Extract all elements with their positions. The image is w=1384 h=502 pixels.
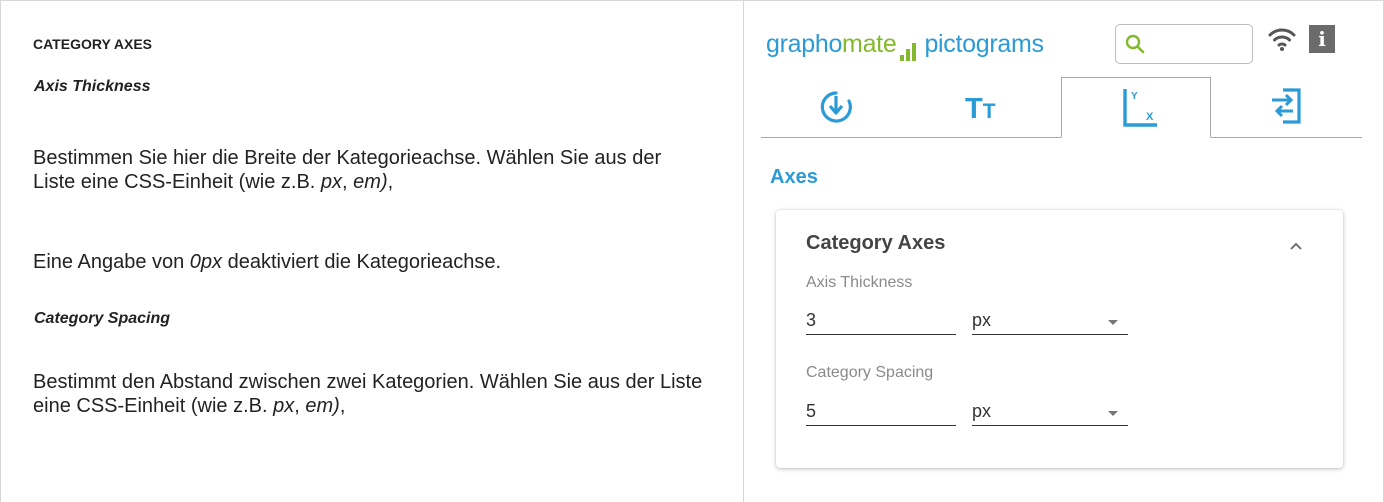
tab-axes[interactable]: Y X [1061,77,1211,138]
property-panel: graphomate pictograms i TT Y X Axes Cate… [744,0,1383,502]
doc-paragraph-category-spacing: Bestimmt den Abstand zwischen zwei Kateg… [33,371,703,417]
dropdown-caret-icon [1108,411,1118,416]
svg-text:X: X [1146,111,1154,123]
doc-subheading-category-spacing: Category Spacing [34,310,171,327]
bar-chart-logo-icon [900,32,918,61]
axis-thickness-unit-select[interactable]: px [972,307,1128,335]
axis-thickness-input[interactable]: 3 [806,307,956,335]
exit-panel-icon [1272,88,1301,124]
search-input[interactable] [1150,31,1248,57]
tab-export[interactable] [1211,77,1361,138]
category-spacing-unit-select[interactable]: px [972,398,1128,426]
frame-left-border [0,0,1,502]
tab-text[interactable]: TT [911,77,1061,138]
category-spacing-input[interactable]: 5 [806,398,956,426]
doc-paragraph-zero-px: Eine Angabe von 0px deaktiviert die Kate… [33,251,502,273]
section-title-axes: Axes [770,166,818,188]
svg-text:Y: Y [1131,91,1138,102]
doc-paragraph-axis-thickness: Bestimmen Sie hier die Breite der Katego… [33,147,662,193]
card-title: Category Axes [806,232,946,254]
category-spacing-label: Category Spacing [806,364,934,381]
dropdown-caret-icon [1108,320,1118,325]
download-circle-icon [820,91,852,123]
category-axes-card: Category Axes Axis Thickness 3 px Catego… [776,210,1343,468]
search-icon[interactable] [1125,34,1145,54]
tab-bar: TT Y X [761,77,1362,139]
info-button[interactable]: i [1309,25,1335,53]
search-box[interactable] [1115,24,1253,64]
brand-logo: graphomate pictograms [766,30,1044,61]
axes-icon: Y X [1123,89,1157,127]
doc-heading: CATEGORY AXES [33,36,153,52]
wifi-icon [1268,28,1296,51]
tab-data[interactable] [761,77,911,138]
chevron-up-icon[interactable] [1288,240,1304,252]
axis-thickness-label: Axis Thickness [806,274,913,291]
doc-subheading-axis-thickness: Axis Thickness [34,78,151,95]
text-size-icon: TT [965,93,996,125]
